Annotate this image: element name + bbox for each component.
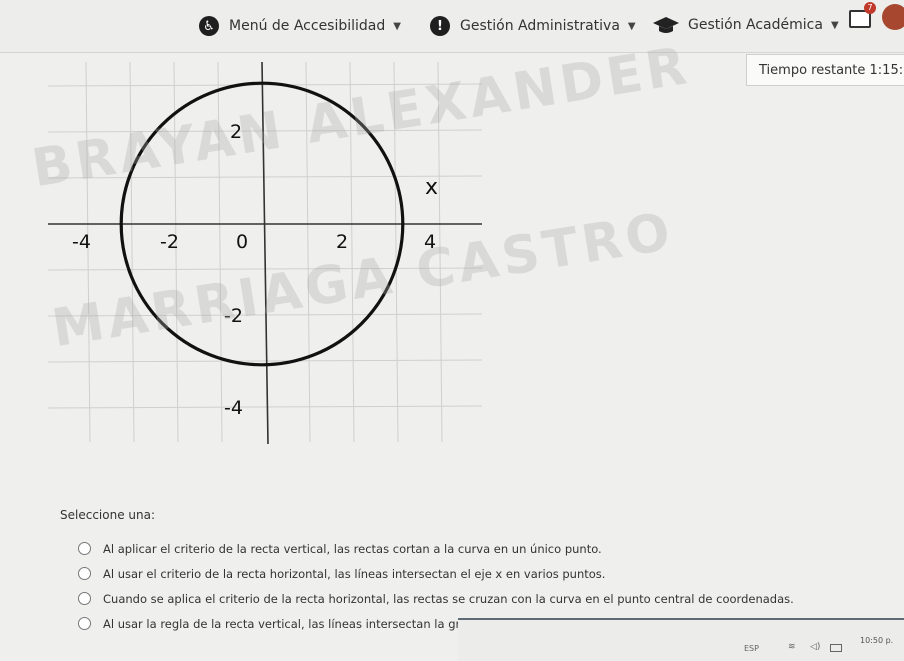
wifi-icon[interactable]: ≋ xyxy=(788,642,796,652)
volume-icon[interactable]: ◁) xyxy=(810,642,820,652)
x-tick-label: 2 xyxy=(336,231,348,253)
chevron-down-icon: ▼ xyxy=(830,19,839,31)
top-navigation-bar: ♿ Menú de Accesibilidad ▼ ! Gestión Admi… xyxy=(0,0,904,53)
y-tick-label: 2 xyxy=(230,121,242,143)
grid-line xyxy=(47,405,483,409)
timer-value: 1:15:1 xyxy=(869,63,904,78)
accessibility-menu-label: Menú de Accesibilidad xyxy=(229,18,386,34)
x-tick-labels: -4 -2 0 2 4 xyxy=(72,231,436,253)
timer-box: Tiempo restante 1:15:1 xyxy=(746,54,904,86)
grid-line xyxy=(47,175,483,179)
admin-menu-label: Gestión Administrativa xyxy=(460,18,620,34)
answer-option-b[interactable]: Al usar el criterio de la recta horizont… xyxy=(78,561,794,586)
graph-svg: x -4 -2 0 2 4 2 -2 -4 xyxy=(47,61,483,445)
circle-graph: x -4 -2 0 2 4 2 -2 -4 xyxy=(40,60,490,450)
y-tick-label: -4 xyxy=(224,397,243,419)
answer-option-a[interactable]: Al aplicar el criterio de la recta verti… xyxy=(78,536,794,561)
accessibility-icon: ♿ xyxy=(199,16,219,36)
answer-option-text: Al usar el criterio de la recta horizont… xyxy=(103,566,606,581)
grid-line xyxy=(437,61,443,443)
academic-menu-label: Gestión Académica xyxy=(688,17,823,33)
answer-option-c[interactable]: Cuando se aplica el criterio de la recta… xyxy=(78,586,794,611)
taskbar: ESP ≋ ◁) 10:50 p. xyxy=(458,618,904,661)
grid-line xyxy=(47,129,483,133)
x-tick-label: 4 xyxy=(424,231,436,253)
x-axis-label: x xyxy=(425,175,438,200)
answer-option-text: Al aplicar el criterio de la recta verti… xyxy=(103,541,602,556)
chevron-down-icon: ▼ xyxy=(627,20,636,32)
question-prompt: Seleccione una: xyxy=(60,508,155,522)
grid-line xyxy=(47,359,483,363)
radio-button[interactable] xyxy=(78,617,91,630)
accessibility-menu[interactable]: ♿ Menú de Accesibilidad ▼ xyxy=(199,16,401,36)
radio-button[interactable] xyxy=(78,592,91,605)
language-indicator[interactable]: ESP xyxy=(744,644,759,653)
grid-line xyxy=(47,313,483,317)
x-tick-label: -4 xyxy=(72,231,91,253)
x-tick-label: -2 xyxy=(160,231,179,253)
timer-label: Tiempo restante xyxy=(759,63,866,78)
alert-icon: ! xyxy=(430,16,450,36)
radio-button[interactable] xyxy=(78,567,91,580)
answer-option-text: Cuando se aplica el criterio de la recta… xyxy=(103,591,794,606)
x-tick-label: 0 xyxy=(236,231,248,253)
academic-menu[interactable]: Gestión Académica ▼ xyxy=(652,16,839,34)
y-axis xyxy=(261,61,269,445)
clock-time[interactable]: 10:50 p. xyxy=(860,636,893,645)
battery-icon[interactable] xyxy=(830,644,842,652)
grid-line xyxy=(393,61,399,443)
grid-line xyxy=(305,61,311,443)
grid-line xyxy=(129,61,135,443)
avatar[interactable] xyxy=(882,4,904,30)
notification-badge: 7 xyxy=(864,2,876,14)
y-tick-labels: 2 -2 -4 xyxy=(224,121,243,419)
graduation-cap-icon xyxy=(653,17,679,33)
radio-button[interactable] xyxy=(78,542,91,555)
grid-line xyxy=(217,61,223,443)
y-tick-label: -2 xyxy=(224,305,243,327)
chevron-down-icon: ▼ xyxy=(393,20,401,32)
admin-menu[interactable]: ! Gestión Administrativa ▼ xyxy=(430,16,636,36)
